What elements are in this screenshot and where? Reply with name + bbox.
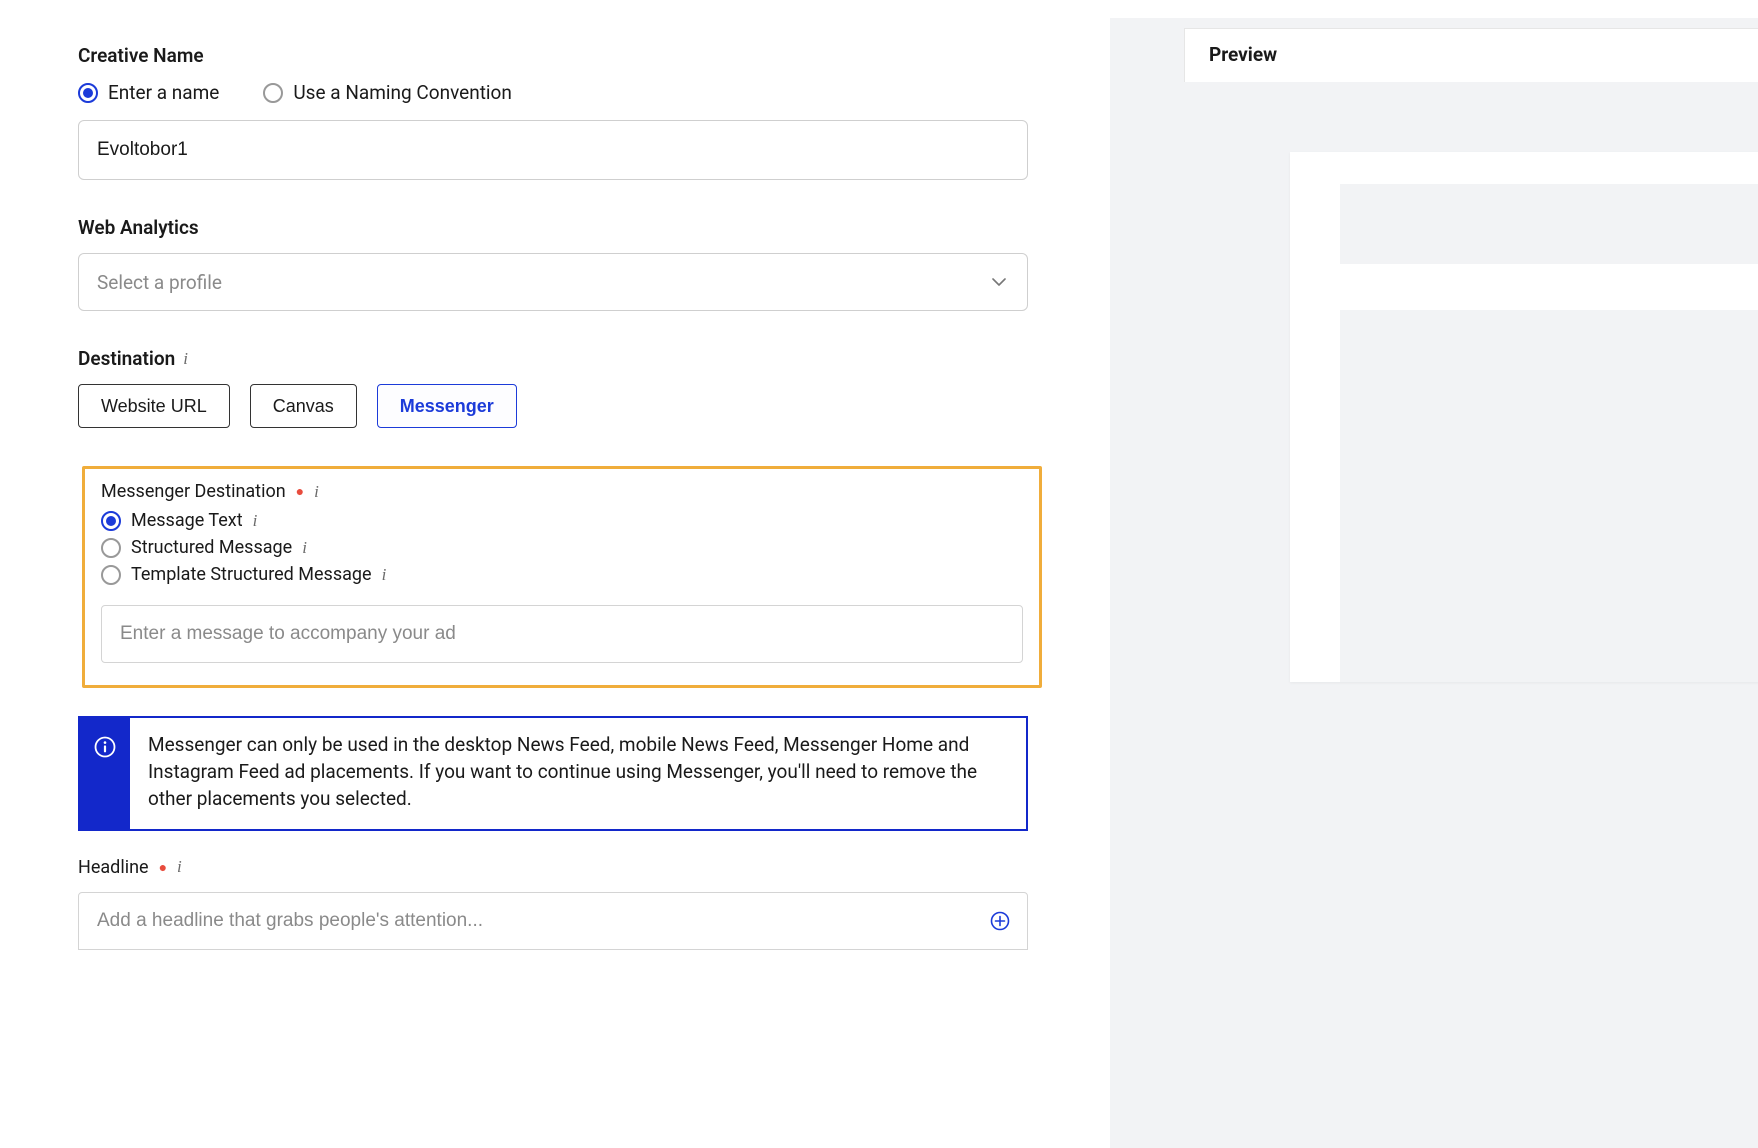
md-label-text: Messenger Destination bbox=[101, 481, 286, 502]
radio-icon bbox=[78, 83, 98, 103]
creative-name-input[interactable] bbox=[78, 120, 1028, 180]
radio-icon bbox=[101, 565, 121, 585]
radio-icon bbox=[101, 511, 121, 531]
info-icon[interactable]: i bbox=[302, 538, 307, 558]
info-circle-icon bbox=[94, 736, 116, 758]
web-analytics-label: Web Analytics bbox=[78, 216, 1028, 239]
radio-enter-name[interactable]: Enter a name bbox=[78, 81, 219, 104]
messenger-destination-panel: Messenger Destination ● i Message Text i… bbox=[82, 466, 1042, 688]
alert-text: Messenger can only be used in the deskto… bbox=[130, 718, 1026, 829]
messenger-destination-label: Messenger Destination ● i bbox=[101, 481, 1023, 502]
preview-card bbox=[1290, 152, 1758, 682]
preview-panel: Preview bbox=[1110, 18, 1758, 1148]
radio-label: Use a Naming Convention bbox=[293, 81, 512, 104]
destination-messenger-button[interactable]: Messenger bbox=[377, 384, 517, 428]
add-headline-button[interactable] bbox=[990, 911, 1010, 931]
preview-placeholder-block bbox=[1340, 310, 1758, 682]
creative-name-label: Creative Name bbox=[78, 44, 1028, 67]
headline-section: Headline ● i bbox=[78, 857, 1028, 950]
radio-naming-convention[interactable]: Use a Naming Convention bbox=[263, 81, 512, 104]
destination-canvas-button[interactable]: Canvas bbox=[250, 384, 357, 428]
messenger-message-input[interactable] bbox=[101, 605, 1023, 663]
destination-label-text: Destination bbox=[78, 347, 175, 370]
destination-buttons: Website URL Canvas Messenger bbox=[78, 384, 1028, 428]
info-icon[interactable]: i bbox=[382, 565, 387, 585]
creative-name-radios: Enter a name Use a Naming Convention bbox=[78, 81, 1028, 104]
destination-label: Destination i bbox=[78, 347, 1028, 370]
select-placeholder: Select a profile bbox=[78, 253, 1028, 311]
preview-tab[interactable]: Preview bbox=[1184, 28, 1758, 82]
info-icon[interactable]: i bbox=[177, 857, 182, 877]
radio-template-structured-message[interactable]: Template Structured Message i bbox=[101, 564, 1023, 585]
info-icon[interactable]: i bbox=[183, 349, 188, 369]
radio-label: Template Structured Message bbox=[131, 564, 372, 585]
required-indicator: ● bbox=[296, 483, 304, 500]
info-icon[interactable]: i bbox=[253, 511, 258, 531]
alert-icon-column bbox=[80, 718, 130, 829]
headline-label: Headline ● i bbox=[78, 857, 1028, 878]
radio-message-text[interactable]: Message Text i bbox=[101, 510, 1023, 531]
creative-form: Creative Name Enter a name Use a Naming … bbox=[78, 44, 1028, 950]
radio-label: Enter a name bbox=[108, 81, 219, 104]
preview-placeholder-block bbox=[1340, 184, 1758, 264]
radio-icon bbox=[263, 83, 283, 103]
radio-icon bbox=[101, 538, 121, 558]
preview-body bbox=[1184, 98, 1758, 1098]
destination-website-button[interactable]: Website URL bbox=[78, 384, 230, 428]
messenger-placement-alert: Messenger can only be used in the deskto… bbox=[78, 716, 1028, 831]
radio-label: Structured Message bbox=[131, 537, 292, 558]
radio-label: Message Text bbox=[131, 510, 243, 531]
web-analytics-select[interactable]: Select a profile bbox=[78, 253, 1028, 311]
info-icon[interactable]: i bbox=[314, 482, 319, 502]
headline-label-text: Headline bbox=[78, 857, 149, 878]
headline-input[interactable] bbox=[78, 892, 1028, 950]
radio-structured-message[interactable]: Structured Message i bbox=[101, 537, 1023, 558]
required-indicator: ● bbox=[159, 859, 167, 876]
